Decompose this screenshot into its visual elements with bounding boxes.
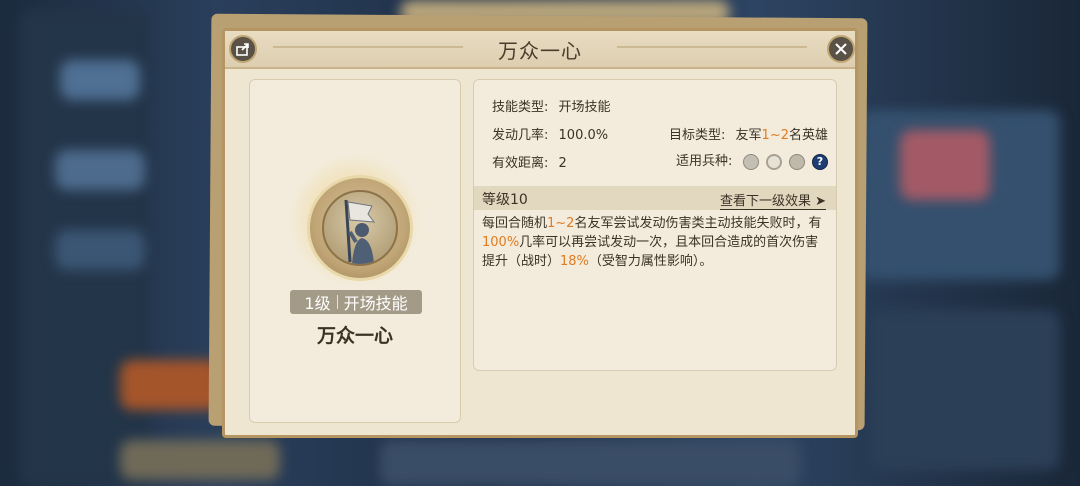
unit-types-label: 适用兵种: — [676, 154, 733, 169]
desc-text-4: （受智力属性影响）。 — [588, 254, 713, 269]
next-level-link[interactable]: 查看下一级效果 ➤ — [719, 190, 826, 210]
sword-icon[interactable] — [742, 153, 759, 170]
trigger-rate-value: 100.0% — [558, 128, 609, 143]
trigger-rate-row: 发动几率: 100.0% — [492, 124, 608, 143]
unit-types-row: 适用兵种: ? — [676, 150, 828, 170]
target-type-row: 目标类型: 友军1~2名英雄 — [669, 124, 828, 143]
desc-highlight-1: 1~2 — [547, 216, 575, 231]
question-icon[interactable]: ? — [812, 153, 828, 170]
target-count: 1~2 — [761, 128, 789, 143]
badge-divider — [336, 295, 338, 309]
desc-highlight-2: 100% — [482, 235, 520, 250]
skill-type-row: 技能类型: 开场技能 — [492, 96, 611, 115]
skill-name: 万众一心 — [316, 325, 393, 347]
trigger-rate-label: 发动几率: — [492, 128, 549, 143]
horse-icon[interactable] — [788, 153, 805, 170]
skill-detail-dialog: 万众一心 1级 开场技能 万众一心 技能类型: 开场技能 发动几率: 100.0… — [222, 28, 858, 438]
skill-info-panel: 技能类型: 开场技能 发动几率: 100.0% 目标类型: 友军1~2名英雄 有… — [473, 79, 837, 371]
close-icon — [834, 42, 848, 56]
current-level: 等级10 — [482, 192, 528, 208]
dialog-titlebar: 万众一心 — [225, 31, 855, 69]
flag-bearer-icon — [322, 190, 398, 266]
range-row: 有效距离: 2 — [492, 152, 567, 171]
target-type-suffix: 名英雄 — [788, 128, 828, 143]
close-button[interactable] — [827, 35, 855, 63]
skill-level-badge: 1级 开场技能 — [290, 290, 422, 314]
range-value: 2 — [558, 156, 567, 171]
target-type-prefix: 友军 — [735, 128, 762, 143]
skill-medal — [307, 175, 413, 281]
skill-card: 1级 开场技能 万众一心 — [249, 79, 461, 423]
skill-type-value: 开场技能 — [558, 100, 611, 115]
desc-text-2: 名友军尝试发动伤害类主动技能失败时，有 — [574, 216, 822, 231]
desc-text-1: 每回合随机 — [482, 216, 548, 231]
desc-highlight-3: 18% — [560, 254, 589, 269]
skill-type-badge: 开场技能 — [343, 294, 408, 313]
dialog-title: 万众一心 — [498, 39, 582, 63]
skill-level: 1级 — [304, 294, 331, 313]
range-label: 有效距离: — [492, 156, 549, 171]
share-button[interactable] — [229, 35, 257, 63]
target-icon[interactable] — [765, 153, 782, 170]
level-bar: 等级10 查看下一级效果 ➤ — [474, 186, 836, 210]
share-icon — [235, 41, 251, 57]
target-type-label: 目标类型: — [669, 128, 726, 143]
skill-type-label: 技能类型: — [492, 100, 549, 115]
skill-description: 每回合随机1~2名友军尝试发动伤害类主动技能失败时，有100%几率可以再尝试发动… — [482, 214, 828, 271]
